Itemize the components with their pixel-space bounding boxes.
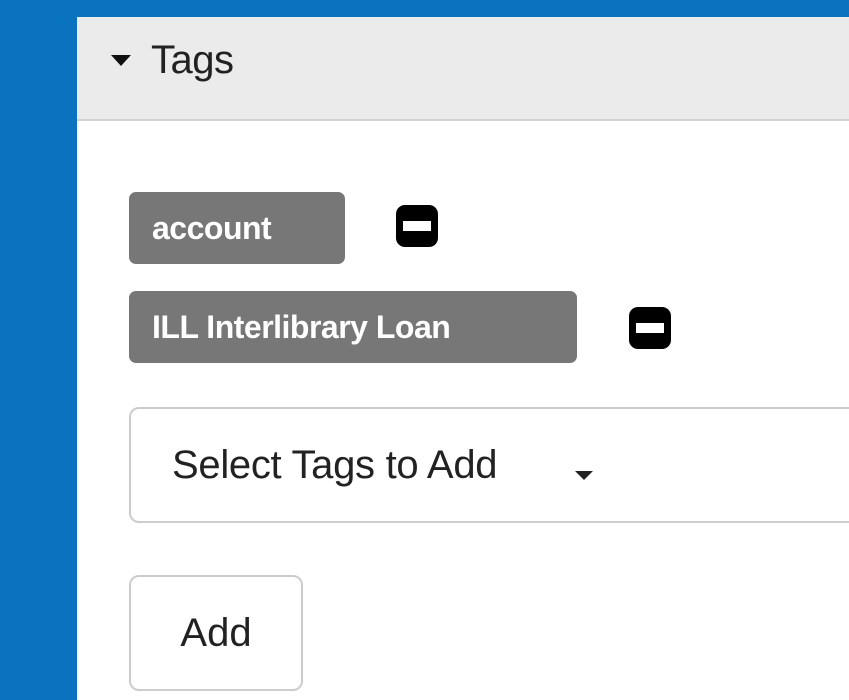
select-tags-label: Select Tags to Add xyxy=(172,443,498,487)
tags-panel: Tags account ILL Interlibrary Loan Selec… xyxy=(77,17,849,700)
select-tags-dropdown[interactable]: Select Tags to Add xyxy=(129,407,849,523)
minus-icon xyxy=(636,323,664,333)
tag-badge-account: account xyxy=(129,192,345,264)
tag-badge-ill-interlibrary-loan: ILL Interlibrary Loan xyxy=(129,291,577,363)
panel-title: Tags xyxy=(151,38,234,82)
caret-down-icon[interactable] xyxy=(111,55,131,66)
panel-header[interactable]: Tags xyxy=(77,17,849,121)
remove-tag-ill-interlibrary-loan-button[interactable] xyxy=(629,307,671,349)
minus-icon xyxy=(403,221,431,231)
add-button[interactable]: Add xyxy=(129,575,303,691)
remove-tag-account-button[interactable] xyxy=(396,205,438,247)
chevron-down-icon xyxy=(575,471,593,480)
